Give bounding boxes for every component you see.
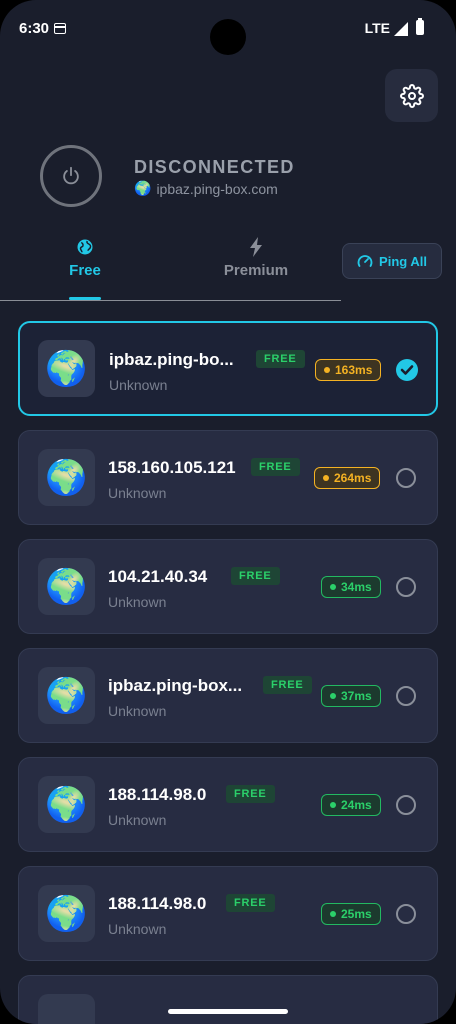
server-item[interactable]: 🌍 188.114.98.0 FREE Unknown 24ms xyxy=(18,757,438,852)
ping-value: 25ms xyxy=(341,907,372,921)
ping-dot-icon xyxy=(330,911,336,917)
connection-status: DISCONNECTED xyxy=(134,157,295,177)
server-name: 104.21.40.34 xyxy=(108,567,208,586)
globe-flag-icon: 🌍 xyxy=(38,449,95,506)
server-location: Unknown xyxy=(108,594,167,610)
select-radio[interactable] xyxy=(396,686,416,706)
ping-badge: 24ms xyxy=(321,794,381,816)
globe-icon xyxy=(77,239,93,255)
ping-badge: 34ms xyxy=(321,576,381,598)
current-server-host: ipbaz.ping-box.com xyxy=(156,180,278,197)
select-radio[interactable] xyxy=(396,468,416,488)
select-radio[interactable] xyxy=(396,795,416,815)
server-item[interactable]: 🌍 ipbaz.ping-bo... FREE Unknown 163ms xyxy=(18,321,438,416)
globe-flag-icon: 🌍 xyxy=(38,776,95,833)
free-badge: FREE xyxy=(231,567,280,585)
server-item-partial[interactable] xyxy=(18,975,438,1024)
tab-divider xyxy=(0,300,341,301)
globe-flag-icon: 🌍 xyxy=(38,667,95,724)
app-screen: 6:30 LTE DISCONNECTED 🌍 ipbaz.ping-box.c… xyxy=(0,0,456,1024)
server-location: Unknown xyxy=(108,812,167,828)
lightning-icon xyxy=(250,237,262,257)
server-name: ipbaz.ping-box... xyxy=(108,676,243,695)
ping-value: 264ms xyxy=(334,471,372,485)
calendar-icon xyxy=(54,23,66,34)
ping-badge: 25ms xyxy=(321,903,381,925)
server-location: Unknown xyxy=(108,921,167,937)
ping-dot-icon xyxy=(323,475,329,481)
ping-value: 24ms xyxy=(341,798,372,812)
tab-premium[interactable]: Premium xyxy=(196,236,316,279)
ping-dot-icon xyxy=(324,367,330,373)
select-radio[interactable] xyxy=(396,904,416,924)
tab-premium-label: Premium xyxy=(223,262,289,279)
ping-dot-icon xyxy=(330,693,336,699)
signal-icon xyxy=(394,22,408,36)
server-item[interactable]: 🌍 158.160.105.121 FREE Unknown 264ms xyxy=(18,430,438,525)
ping-badge: 163ms xyxy=(315,359,382,381)
globe-flag-icon: 🌍 xyxy=(38,558,95,615)
free-badge: FREE xyxy=(226,894,275,912)
globe-flag-icon: 🌍 xyxy=(134,180,152,196)
current-server: 🌍 ipbaz.ping-box.com xyxy=(134,180,278,197)
flag-placeholder xyxy=(38,994,95,1024)
free-badge: FREE xyxy=(256,350,305,368)
server-location: Unknown xyxy=(108,485,167,501)
speedometer-icon xyxy=(357,255,373,267)
server-name: ipbaz.ping-bo... xyxy=(109,350,234,369)
ping-value: 37ms xyxy=(341,689,372,703)
server-name: 188.114.98.0 xyxy=(108,894,207,913)
status-time: 6:30 xyxy=(19,20,50,37)
tab-free-label: Free xyxy=(69,262,101,279)
ping-badge: 37ms xyxy=(321,685,381,707)
server-item[interactable]: 🌍 ipbaz.ping-box... FREE Unknown 37ms xyxy=(18,648,438,743)
globe-flag-icon: 🌍 xyxy=(38,340,95,397)
server-item[interactable]: 🌍 104.21.40.34 FREE Unknown 34ms xyxy=(18,539,438,634)
connect-power-button[interactable] xyxy=(40,145,102,207)
server-item[interactable]: 🌍 188.114.98.0 FREE Unknown 25ms xyxy=(18,866,438,961)
settings-button[interactable] xyxy=(385,69,438,122)
server-name: 188.114.98.0 xyxy=(108,785,207,804)
camera-cutout xyxy=(210,19,246,55)
server-name: 158.160.105.121 xyxy=(108,458,236,477)
server-list: 🌍 ipbaz.ping-bo... FREE Unknown 163ms 🌍 … xyxy=(18,321,438,975)
ping-all-button[interactable]: Ping All xyxy=(342,243,442,279)
ping-dot-icon xyxy=(330,584,336,590)
free-badge: FREE xyxy=(226,785,275,803)
power-icon xyxy=(63,166,79,185)
battery-icon xyxy=(416,18,424,35)
gear-icon xyxy=(399,83,424,108)
ping-all-label: Ping All xyxy=(379,253,427,269)
select-radio[interactable] xyxy=(396,577,416,597)
free-badge: FREE xyxy=(251,458,300,476)
selected-check-icon[interactable] xyxy=(396,359,418,381)
server-location: Unknown xyxy=(108,703,167,719)
ping-value: 163ms xyxy=(335,363,373,377)
home-indicator[interactable] xyxy=(168,1009,288,1014)
globe-flag-icon: 🌍 xyxy=(38,885,95,942)
network-type: LTE xyxy=(364,20,390,36)
ping-value: 34ms xyxy=(341,580,372,594)
ping-badge: 264ms xyxy=(314,467,381,489)
tab-free[interactable]: Free xyxy=(25,236,145,279)
ping-dot-icon xyxy=(330,802,336,808)
server-location: Unknown xyxy=(109,377,168,393)
free-badge: FREE xyxy=(263,676,312,694)
